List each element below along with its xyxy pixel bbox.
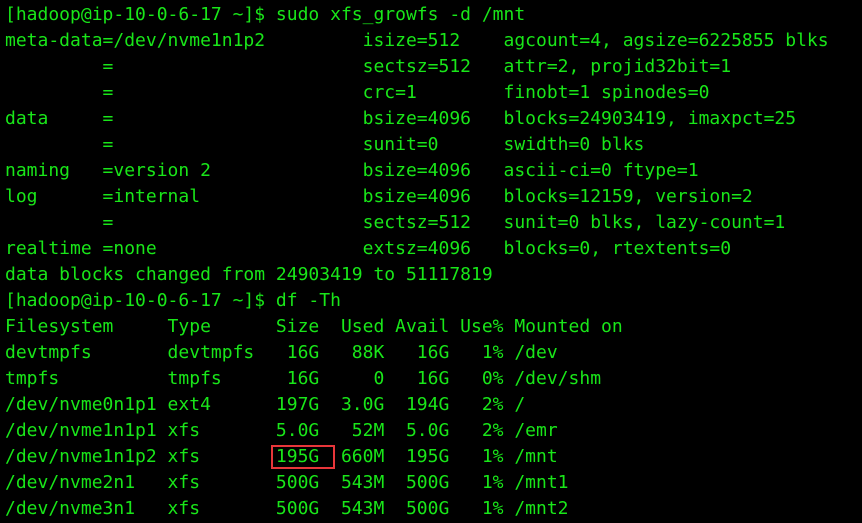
terminal-line: realtime =none extsz=4096 blocks=0, rtex…	[5, 238, 732, 259]
terminal-line: data blocks changed from 24903419 to 511…	[5, 264, 493, 285]
terminal-line: = sunit=0 swidth=0 blks	[5, 134, 645, 155]
terminal-line: tmpfs tmpfs 16G 0 16G 0% /dev/shm	[5, 368, 602, 389]
terminal-line: /dev/nvme2n1 xfs 500G 543M 500G 1% /mnt1	[5, 472, 569, 493]
terminal-line: /dev/nvme1n1p2 xfs 195G 660M 195G 1% /mn…	[5, 446, 558, 467]
terminal-line: /dev/nvme3n1 xfs 500G 543M 500G 1% /mnt2	[5, 498, 569, 519]
terminal-line: data = bsize=4096 blocks=24903419, imaxp…	[5, 108, 797, 129]
terminal-line: log =internal bsize=4096 blocks=12159, v…	[5, 186, 753, 207]
terminal-line: naming =version 2 bsize=4096 ascii-ci=0 …	[5, 160, 699, 181]
terminal-line: [hadoop@ip-10-0-6-17 ~]$ df -Th	[5, 290, 341, 311]
terminal-line: /dev/nvme0n1p1 ext4 197G 3.0G 194G 2% /	[5, 394, 526, 415]
terminal-line: = sectsz=512 sunit=0 blks, lazy-count=1	[5, 212, 786, 233]
terminal-line: /dev/nvme1n1p1 xfs 5.0G 52M 5.0G 2% /emr	[5, 420, 558, 441]
size-highlight-box	[271, 445, 335, 469]
terminal-line: [hadoop@ip-10-0-6-17 ~]$ sudo xfs_growfs…	[5, 4, 526, 25]
terminal-line: Filesystem Type Size Used Avail Use% Mou…	[5, 316, 623, 337]
terminal-window[interactable]: [hadoop@ip-10-0-6-17 ~]$ sudo xfs_growfs…	[0, 0, 862, 523]
terminal-line: = sectsz=512 attr=2, projid32bit=1	[5, 56, 732, 77]
terminal-line: meta-data=/dev/nvme1n1p2 isize=512 agcou…	[5, 30, 829, 51]
terminal-line: = crc=1 finobt=1 spinodes=0	[5, 82, 710, 103]
terminal-line: devtmpfs devtmpfs 16G 88K 16G 1% /dev	[5, 342, 558, 363]
